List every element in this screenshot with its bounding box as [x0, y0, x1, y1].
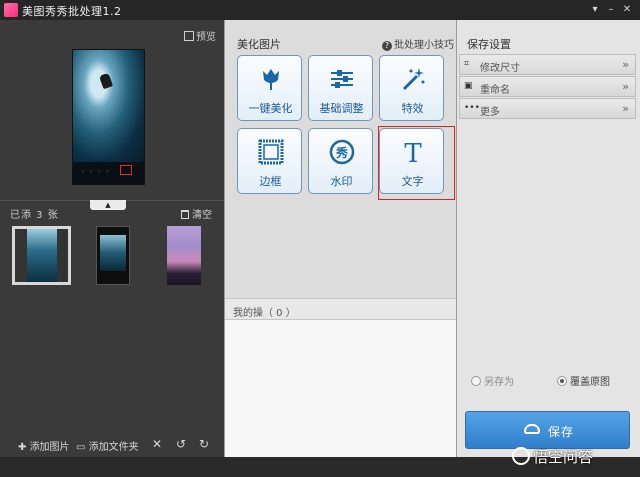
text-tool-highlight: [378, 126, 455, 200]
wukong-watermark: 悟空问答: [512, 446, 593, 467]
app-logo-icon: [4, 3, 18, 17]
watermark-glyph: 秀: [334, 145, 348, 160]
chevron-double-icon: »: [622, 58, 629, 71]
frame-icon: [238, 138, 303, 166]
radio-label: 覆盖原图: [570, 377, 610, 388]
wave-photo: [73, 50, 144, 162]
thumbnail-surfer-wave[interactable]: [12, 226, 71, 285]
option-more[interactable]: ••• 更多 »: [459, 98, 636, 119]
preview-icon: [184, 31, 194, 41]
phone-toolbar: ◦◦◦◦: [73, 162, 144, 184]
app-window: 美图秀秀批处理1.2 ▾ – ✕ 预览 ◦◦◦◦ 已添 3 张 清空 ▲ ✚ 添…: [0, 0, 640, 477]
radio-dot: [471, 376, 481, 386]
left-bottom-toolbar: ✚ 添加图片 ▭ 添加文件夹 ✕ ↺ ↻: [0, 430, 224, 458]
tulip-icon: [238, 65, 303, 93]
image-preview: ◦◦◦◦: [72, 49, 145, 185]
minimize-icon[interactable]: –: [604, 3, 618, 17]
window-title: 美图秀秀批处理1.2: [22, 5, 122, 18]
option-label: 重命名: [480, 85, 510, 96]
save-settings-title: 保存设置: [467, 38, 511, 51]
rotate-right-icon[interactable]: ↻: [197, 437, 211, 451]
thumbnail-phone-screenshot[interactable]: [96, 226, 130, 285]
watermark-text: 悟空问答: [533, 448, 594, 466]
save-settings-panel: 保存设置 ⌗ 修改尺寸 » ▣ 重命名 » ••• 更多 » 另存为 覆盖原图 …: [457, 20, 640, 457]
option-resize[interactable]: ⌗ 修改尺寸 »: [459, 54, 636, 75]
settings-icon[interactable]: ▾: [588, 3, 602, 17]
magic-wand-icon: [380, 65, 445, 93]
tool-basic-adjust[interactable]: 基础调整: [308, 55, 373, 121]
add-image-button[interactable]: ✚ 添加图片: [18, 438, 70, 453]
watermark-xiu-icon: 秀: [309, 138, 374, 166]
save-button[interactable]: 保存: [465, 411, 630, 449]
rename-icon: ▣: [464, 81, 473, 91]
tips-link[interactable]: ? 批处理小技巧: [382, 36, 454, 51]
add-folder-label: 添加文件夹: [88, 442, 139, 453]
image-count: 已添 3 张: [10, 210, 59, 221]
operations-header: 我的操（ 0 ）: [225, 298, 456, 320]
tool-label: 边框: [259, 175, 282, 188]
tool-auto-beautify[interactable]: 一键美化: [237, 55, 302, 121]
thumbnail-image: [15, 229, 68, 282]
option-rename[interactable]: ▣ 重命名 »: [459, 76, 636, 97]
tool-label: 基础调整: [319, 102, 364, 115]
add-image-label: 添加图片: [29, 442, 70, 453]
tool-watermark[interactable]: 秀 水印: [308, 128, 373, 194]
beautify-title: 美化图片: [237, 38, 281, 51]
option-label: 修改尺寸: [480, 63, 520, 74]
option-label: 更多: [480, 107, 500, 118]
preview-button[interactable]: 预览: [184, 28, 216, 43]
tool-label: 水印: [330, 175, 353, 188]
collapse-preview-button[interactable]: ▲: [90, 200, 126, 210]
phone-toolbar-icons: ◦◦◦◦: [81, 168, 114, 176]
tips-label: 批处理小技巧: [394, 40, 454, 51]
trash-icon: [181, 210, 189, 219]
tool-frame[interactable]: 边框: [237, 128, 302, 194]
preview-label: 预览: [196, 32, 216, 43]
crop-icon: ⌗: [464, 59, 470, 69]
chevron-double-icon: »: [622, 102, 629, 115]
delete-icon[interactable]: ✕: [150, 437, 164, 451]
tool-label: 特效: [401, 102, 424, 115]
radio-overwrite[interactable]: 覆盖原图: [557, 373, 610, 388]
close-icon[interactable]: ✕: [620, 3, 634, 17]
radio-dot-checked: [557, 376, 567, 386]
help-icon: ?: [382, 41, 392, 51]
operations-label: 我的操（ 0 ）: [233, 308, 296, 319]
beautify-panel: 美化图片 ? 批处理小技巧 一键美化 基础调整 特效 边框 秀 水印 T 文字 …: [224, 20, 457, 457]
tool-effects[interactable]: 特效: [379, 55, 444, 121]
save-label: 保存: [548, 425, 575, 439]
title-bar: 美图秀秀批处理1.2 ▾ – ✕: [0, 0, 640, 20]
operations-list: [225, 320, 456, 457]
thumbnail-purple-lake[interactable]: [167, 226, 201, 285]
chevron-double-icon: »: [622, 80, 629, 93]
add-folder-button[interactable]: ▭ 添加文件夹: [76, 438, 139, 453]
wukong-logo-icon: [512, 447, 530, 465]
radio-save-as[interactable]: 另存为: [471, 373, 514, 388]
clear-button[interactable]: 清空: [181, 206, 212, 221]
phone-toolbar-selection: [120, 165, 132, 175]
more-icon: •••: [464, 103, 480, 113]
rotate-left-icon[interactable]: ↺: [174, 437, 188, 451]
tool-label: 一键美化: [248, 102, 293, 115]
sliders-icon: [309, 65, 374, 93]
radio-label: 另存为: [484, 377, 514, 388]
clear-label: 清空: [192, 210, 212, 221]
cloud-save-icon: [524, 424, 540, 434]
